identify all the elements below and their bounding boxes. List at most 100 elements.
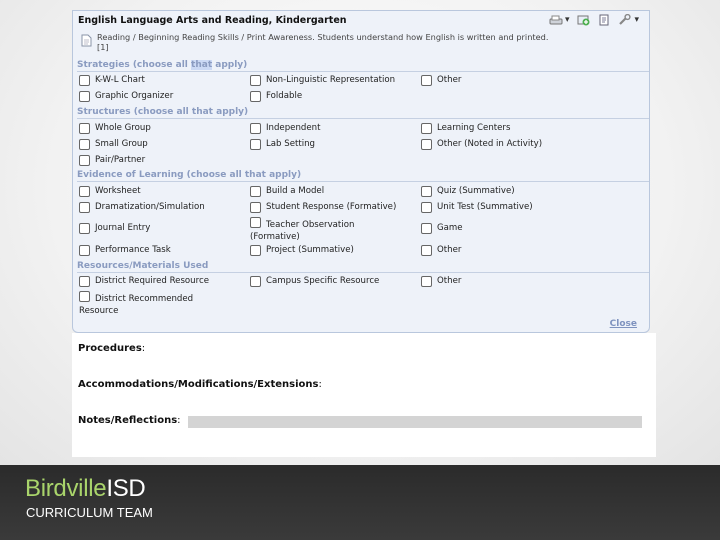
checkbox-pair-partner[interactable]: Pair/Partner <box>79 154 145 166</box>
checkbox-box[interactable] <box>79 202 90 213</box>
brand-isd: ISD <box>106 475 146 502</box>
notes-label: Notes/Reflections <box>78 415 178 426</box>
checkbox-journal-entry[interactable]: Journal Entry <box>79 222 150 234</box>
checkbox-foldable[interactable]: Foldable <box>250 90 302 102</box>
checkbox-graphic-organizer[interactable]: Graphic Organizer <box>79 90 173 102</box>
checkbox-label: District Recommended Resource <box>79 294 194 316</box>
colon: : <box>141 343 146 354</box>
checkbox-box[interactable] <box>250 202 261 213</box>
checkbox-box[interactable] <box>421 276 432 287</box>
checkbox-district-recommended-resource[interactable]: District Recommended Resource <box>79 291 219 317</box>
checkbox-box[interactable] <box>250 186 261 197</box>
checkbox-build-a-model[interactable]: Build a Model <box>250 185 324 197</box>
checkbox-student-response[interactable]: Student Response (Formative) <box>250 201 396 213</box>
procedures-label: Procedures <box>78 343 142 354</box>
checkbox-box[interactable] <box>250 139 261 150</box>
standard-description: Reading / Beginning Reading Skills / Pri… <box>97 32 549 42</box>
checkbox-small-group[interactable]: Small Group <box>79 138 148 150</box>
edit-document-button[interactable] <box>598 14 610 26</box>
checkbox-label: Teacher Observation (Formative) <box>250 220 355 242</box>
checkbox-box[interactable] <box>79 291 90 302</box>
checkbox-worksheet[interactable]: Worksheet <box>79 185 141 197</box>
checkbox-box[interactable] <box>250 91 261 102</box>
checkbox-box[interactable] <box>79 155 90 166</box>
checkbox-box[interactable] <box>79 139 90 150</box>
checkbox-label: Foldable <box>266 91 303 101</box>
checkbox-label: Game <box>437 223 463 233</box>
checkbox-box[interactable] <box>421 223 432 234</box>
scanner-button[interactable]: ▾ <box>549 14 570 26</box>
checkbox-game[interactable]: Game <box>421 222 463 234</box>
checkbox-box[interactable] <box>79 91 90 102</box>
procedures-field[interactable]: Procedures: <box>78 343 145 354</box>
standard-reference[interactable]: [1] <box>97 42 109 52</box>
notes-input[interactable] <box>188 416 642 428</box>
checkbox-label: Whole Group <box>95 123 151 133</box>
checkbox-box[interactable] <box>79 123 90 134</box>
checkbox-label: Other (Noted in Activity) <box>437 139 543 149</box>
document-area: Procedures: Accommodations/Modifications… <box>72 333 656 457</box>
checkbox-non-linguistic-representation[interactable]: Non-Linguistic Representation <box>250 74 395 86</box>
checkbox-label: Worksheet <box>95 186 141 196</box>
checkbox-box[interactable] <box>79 75 90 86</box>
checkbox-label: Performance Task <box>95 245 171 255</box>
checkbox-resources-other[interactable]: Other <box>421 275 461 287</box>
checkbox-box[interactable] <box>79 276 90 287</box>
checkbox-label: Other <box>437 245 462 255</box>
checkbox-box[interactable] <box>79 223 90 234</box>
checkbox-quiz-summative[interactable]: Quiz (Summative) <box>421 185 515 197</box>
panel-title: English Language Arts and Reading, Kinde… <box>78 15 347 26</box>
standard-text: Reading / Beginning Reading Skills / Pri… <box>97 32 637 52</box>
checkbox-label: Pair/Partner <box>95 155 146 165</box>
checkbox-campus-specific-resource[interactable]: Campus Specific Resource <box>250 275 379 287</box>
tools-button[interactable]: ▾ <box>618 14 639 26</box>
checkbox-box[interactable] <box>250 123 261 134</box>
checkbox-box[interactable] <box>79 245 90 256</box>
checkbox-box[interactable] <box>79 186 90 197</box>
checkbox-whole-group[interactable]: Whole Group <box>79 122 151 134</box>
checkbox-unit-test[interactable]: Unit Test (Summative) <box>421 201 533 213</box>
checkbox-box[interactable] <box>250 245 261 256</box>
checkbox-label: Graphic Organizer <box>95 91 174 101</box>
edit-document-icon <box>599 14 609 26</box>
brand-birdville: Birdville <box>25 475 107 502</box>
checkbox-evidence-other[interactable]: Other <box>421 244 461 256</box>
checkbox-label: Student Response (Formative) <box>266 202 397 212</box>
checkbox-box[interactable] <box>421 139 432 150</box>
checkbox-strategies-other[interactable]: Other <box>421 74 461 86</box>
add-icon <box>577 15 590 26</box>
checkbox-independent[interactable]: Independent <box>250 122 320 134</box>
checkbox-box[interactable] <box>250 276 261 287</box>
checkbox-box[interactable] <box>421 75 432 86</box>
checkbox-district-required-resource[interactable]: District Required Resource <box>79 275 209 287</box>
checkbox-performance-task[interactable]: Performance Task <box>79 244 171 256</box>
close-link[interactable]: Close <box>610 319 637 329</box>
checkbox-box[interactable] <box>421 186 432 197</box>
evidence-heading: Evidence of Learning (choose all that ap… <box>77 170 649 182</box>
checkbox-label: Dramatization/Simulation <box>95 202 205 212</box>
checkbox-structures-other[interactable]: Other (Noted in Activity) <box>421 138 542 150</box>
checkbox-learning-centers[interactable]: Learning Centers <box>421 122 510 134</box>
checkbox-label: Independent <box>266 123 321 133</box>
checkbox-label: Journal Entry <box>95 223 151 233</box>
chevron-down-icon: ▾ <box>564 15 570 25</box>
checkbox-teacher-observation[interactable]: Teacher Observation (Formative) <box>250 217 390 243</box>
checkbox-label: Campus Specific Resource <box>266 276 380 286</box>
checkbox-box[interactable] <box>421 123 432 134</box>
checkbox-label: Other <box>437 75 462 85</box>
checkbox-box[interactable] <box>421 202 432 213</box>
checkbox-box[interactable] <box>250 217 261 228</box>
notes-field[interactable]: Notes/Reflections: <box>78 415 181 426</box>
checkbox-label: District Required Resource <box>95 276 209 286</box>
footer-bar: BirdvilleISD CURRICULUM TEAM <box>0 465 720 540</box>
checkbox-kwl-chart[interactable]: K-W-L Chart <box>79 74 145 86</box>
checkbox-lab-setting[interactable]: Lab Setting <box>250 138 315 150</box>
accommodations-field[interactable]: Accommodations/Modifications/Extensions: <box>78 379 322 390</box>
checkbox-box[interactable] <box>421 245 432 256</box>
checkbox-dramatization-simulation[interactable]: Dramatization/Simulation <box>79 201 205 213</box>
structures-heading: Structures (choose all that apply) <box>77 107 649 119</box>
checkbox-project-summative[interactable]: Project (Summative) <box>250 244 354 256</box>
add-button[interactable] <box>577 14 590 26</box>
scanner-icon <box>549 15 563 24</box>
checkbox-box[interactable] <box>250 75 261 86</box>
